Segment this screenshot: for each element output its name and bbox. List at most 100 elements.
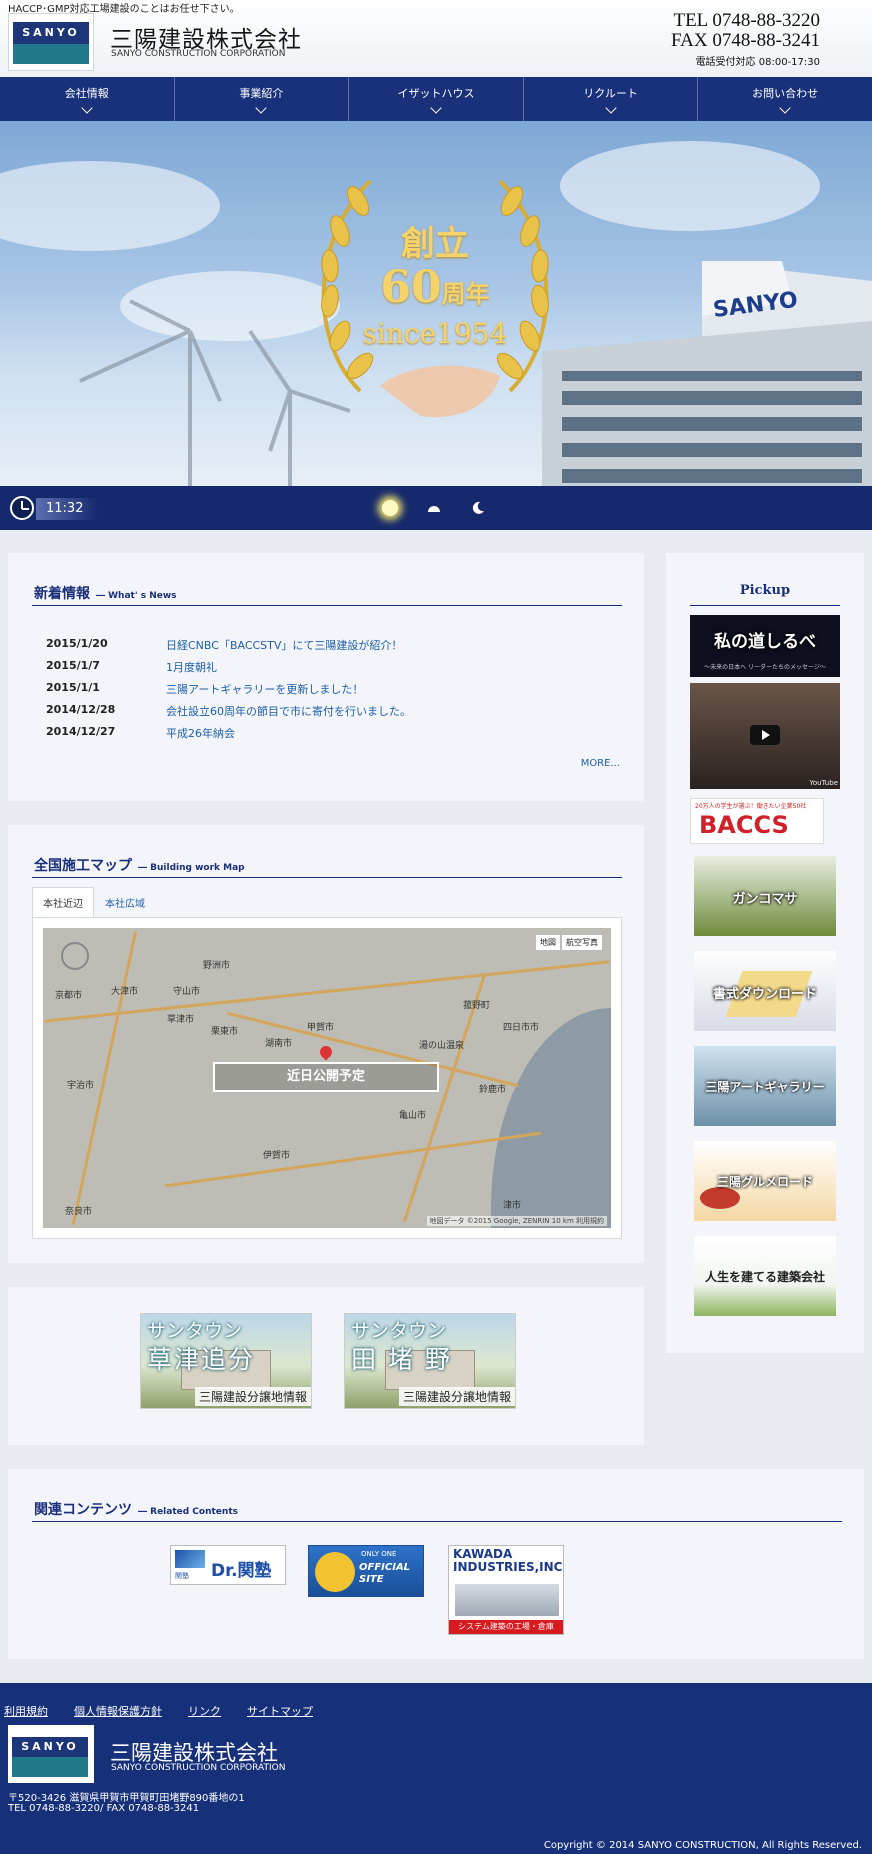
nav-item-recruit[interactable]: リクルート bbox=[524, 77, 699, 121]
footer-link-sitemap[interactable]: サイトマップ bbox=[247, 1703, 313, 1719]
map-road bbox=[164, 1131, 542, 1188]
header-tel: TEL 0748-88-3220 bbox=[673, 10, 820, 31]
map-city-label: 伊賀市 bbox=[263, 1151, 291, 1161]
map-coming-soon-label: 近日公開予定 bbox=[213, 1062, 439, 1092]
official-site-badge-icon bbox=[315, 1552, 355, 1592]
news-link[interactable]: 平成26年納会 bbox=[166, 725, 235, 747]
pickup-sanyo-art-gallery[interactable]: 三陽アートギャラリー bbox=[694, 1046, 836, 1126]
news-title: 新着情報 ― What' s News bbox=[34, 583, 177, 603]
chevron-down-icon bbox=[255, 102, 268, 114]
site-header: HACCP･GMP対応工場建設のことはお任せ下さい。 SANYO 三陽建設株式会… bbox=[0, 0, 872, 77]
footer-link-links[interactable]: リンク bbox=[188, 1703, 221, 1719]
pickup-watashi-no-michishirube[interactable]: 私の道しるべ ～未来の日本へ リーダーたちのメッセージ～ bbox=[690, 615, 840, 677]
news-link[interactable]: 三陽アートギャラリーを更新しました！ bbox=[166, 681, 363, 703]
hero-line-since: since1954 bbox=[362, 317, 508, 350]
map-tabs: 本社近辺 本社広域 bbox=[32, 887, 156, 918]
map-title: 全国施工マップ ― Building work Map bbox=[34, 855, 245, 875]
related-only-one-official[interactable]: ONLY ONE OFFICIAL SITE bbox=[308, 1545, 424, 1597]
related-kawada-industries[interactable]: KAWADA INDUSTRIES,INC. システム建築の工場・倉庫 bbox=[448, 1545, 564, 1635]
pickup-text: ガンコマサ bbox=[732, 892, 798, 907]
map-canvas[interactable]: 野洲市 守山市 京都市 大津市 草津市 栗東市 湖南市 甲賀市 湯の山温泉 四日… bbox=[43, 928, 611, 1228]
news-link[interactable]: 日経CNBC「BACCSTV」にて三陽建設が紹介！ bbox=[166, 637, 402, 659]
anniversary-text: 創立 60周年 since1954 bbox=[360, 216, 510, 350]
map-city-label: 鈴鹿市 bbox=[479, 1085, 507, 1095]
map-city-label: 津市 bbox=[503, 1201, 522, 1211]
footer-link-privacy[interactable]: 個人情報保護方針 bbox=[74, 1703, 162, 1719]
play-button-icon[interactable] bbox=[750, 725, 780, 745]
suntown-kusatsu-banner[interactable]: サンタウン 草津追分 三陽建設分譲地情報 bbox=[140, 1313, 312, 1409]
pickup-sidebar: Pickup 私の道しるべ ～未来の日本へ リーダーたちのメッセージ～ YouT… bbox=[666, 553, 864, 1353]
map-city-label: 湯の山温泉 bbox=[419, 1041, 465, 1051]
chevron-down-icon bbox=[81, 102, 93, 114]
footer-tel: TEL 0748-88-3220/ FAX 0748-88-3241 bbox=[8, 1803, 200, 1814]
pickup-subtext: 20万人の学生が選ぶ！働きたい企業50社 bbox=[695, 803, 807, 810]
map-type-map-button[interactable]: 地図 bbox=[535, 934, 561, 951]
related-label: OFFICIAL SITE bbox=[359, 1562, 411, 1585]
pickup-text: 書式ダウンロード bbox=[712, 987, 817, 1002]
nav-item-company[interactable]: 会社情報 bbox=[0, 77, 175, 121]
related-dr-kanjuku[interactable]: 関塾 Dr.関塾 bbox=[170, 1545, 286, 1585]
map-city-label: 京都市 bbox=[55, 991, 83, 1001]
map-frame: 野洲市 守山市 京都市 大津市 草津市 栗東市 湖南市 甲賀市 湯の山温泉 四日… bbox=[32, 917, 622, 1239]
food-illustration bbox=[700, 1187, 740, 1209]
pickup-document-download[interactable]: 書式ダウンロード bbox=[694, 951, 836, 1031]
tab-hq-wide-area[interactable]: 本社広域 bbox=[94, 887, 156, 918]
footer-logo[interactable]: SANYO bbox=[8, 1725, 94, 1783]
tab-hq-vicinity[interactable]: 本社近辺 bbox=[32, 887, 94, 918]
map-type-control: 地図 航空写真 bbox=[535, 934, 603, 951]
nav-item-business[interactable]: 事業紹介 bbox=[175, 77, 350, 121]
map-city-label: 守山市 bbox=[173, 987, 201, 997]
nav-item-contact[interactable]: お問い合わせ bbox=[698, 77, 872, 121]
pickup-youtube-video[interactable]: YouTube bbox=[690, 683, 840, 789]
news-date: 2015/1/7 bbox=[46, 659, 100, 672]
banner-line1: サンタウン bbox=[351, 1320, 447, 1342]
list-item: 2015/1/20 日経CNBC「BACCSTV」にて三陽建設が紹介！ bbox=[46, 637, 606, 659]
cloud-shape bbox=[0, 161, 220, 251]
hero-years-number: 60 bbox=[380, 262, 442, 313]
news-section: 新着情報 ― What' s News 2015/1/20 日経CNBC「BACCS… bbox=[8, 553, 644, 801]
pickup-subtext: ～未来の日本へ リーダーたちのメッセージ～ bbox=[704, 664, 826, 671]
pickup-sanyo-gourmet-road[interactable]: 三陽グルメロード bbox=[694, 1141, 836, 1221]
warehouse-illustration bbox=[455, 1584, 559, 1616]
moon-icon[interactable] bbox=[470, 500, 486, 516]
banner-caption: 三陽建設分譲地情報 bbox=[194, 1387, 311, 1406]
hero-line-founded: 創立 bbox=[401, 224, 469, 264]
news-link[interactable]: 1月度朝礼 bbox=[166, 659, 217, 681]
title-rule bbox=[32, 605, 622, 606]
sun-icon[interactable] bbox=[382, 500, 398, 516]
pickup-text: 三陽グルメロード bbox=[716, 1175, 813, 1189]
map-credit: 地図データ ©2015 Google, ZENRIN 10 km 利用規約 bbox=[426, 1216, 607, 1226]
map-sea bbox=[491, 1008, 611, 1228]
site-logo[interactable]: SANYO bbox=[8, 13, 94, 71]
title-rule bbox=[690, 605, 840, 606]
footer-link-terms[interactable]: 利用規約 bbox=[4, 1703, 48, 1719]
related-label: KAWADA INDUSTRIES,INC. bbox=[453, 1547, 564, 1574]
nav-item-izat-house[interactable]: イザットハウス bbox=[349, 77, 524, 121]
chevron-down-icon bbox=[604, 102, 617, 114]
news-title-text: 新着情報 bbox=[34, 586, 90, 602]
list-item: 2014/12/28 会社設立60周年の節目で市に寄付を行いました。 bbox=[46, 703, 606, 725]
cloud-shape bbox=[560, 141, 820, 231]
news-more-link[interactable]: MORE... bbox=[581, 758, 620, 769]
nav-label: お問い合わせ bbox=[752, 87, 819, 100]
clock-icon bbox=[10, 496, 34, 520]
map-pin-icon[interactable] bbox=[317, 1043, 335, 1061]
footer-links: 利用規約 個人情報保護方針 リンク サイトマップ bbox=[4, 1703, 313, 1719]
map-type-satellite-button[interactable]: 航空写真 bbox=[561, 934, 603, 951]
main-nav: 会社情報 事業紹介 イザットハウス リクルート お問い合わせ bbox=[0, 77, 872, 121]
cloud-icon[interactable] bbox=[426, 500, 442, 516]
title-rule bbox=[32, 1521, 842, 1522]
pickup-text: 私の道しるべ bbox=[714, 632, 816, 652]
hero-banner: SANYO 創立 60周年 since1954 bbox=[0, 121, 872, 486]
suntown-tokono-banner[interactable]: サンタウン 田 堵 野 三陽建設分譲地情報 bbox=[344, 1313, 516, 1409]
pickup-baccs[interactable]: 20万人の学生が選ぶ！働きたい企業50社 BACCS bbox=[690, 798, 824, 844]
news-link[interactable]: 会社設立60周年の節目で市に寄付を行いました。 bbox=[166, 703, 411, 725]
map-city-label: 奈良市 bbox=[65, 1207, 93, 1217]
nav-label: 事業紹介 bbox=[239, 87, 284, 100]
pickup-life-building[interactable]: 人生を建てる建築会社 bbox=[694, 1236, 836, 1316]
map-pan-control[interactable] bbox=[61, 942, 89, 970]
header-hours: 電話受付対応 08:00-17:30 bbox=[695, 57, 820, 68]
news-date: 2014/12/27 bbox=[46, 725, 116, 738]
logo-text: SANYO bbox=[13, 22, 89, 44]
pickup-gankomasa[interactable]: ガンコマサ bbox=[694, 856, 836, 936]
